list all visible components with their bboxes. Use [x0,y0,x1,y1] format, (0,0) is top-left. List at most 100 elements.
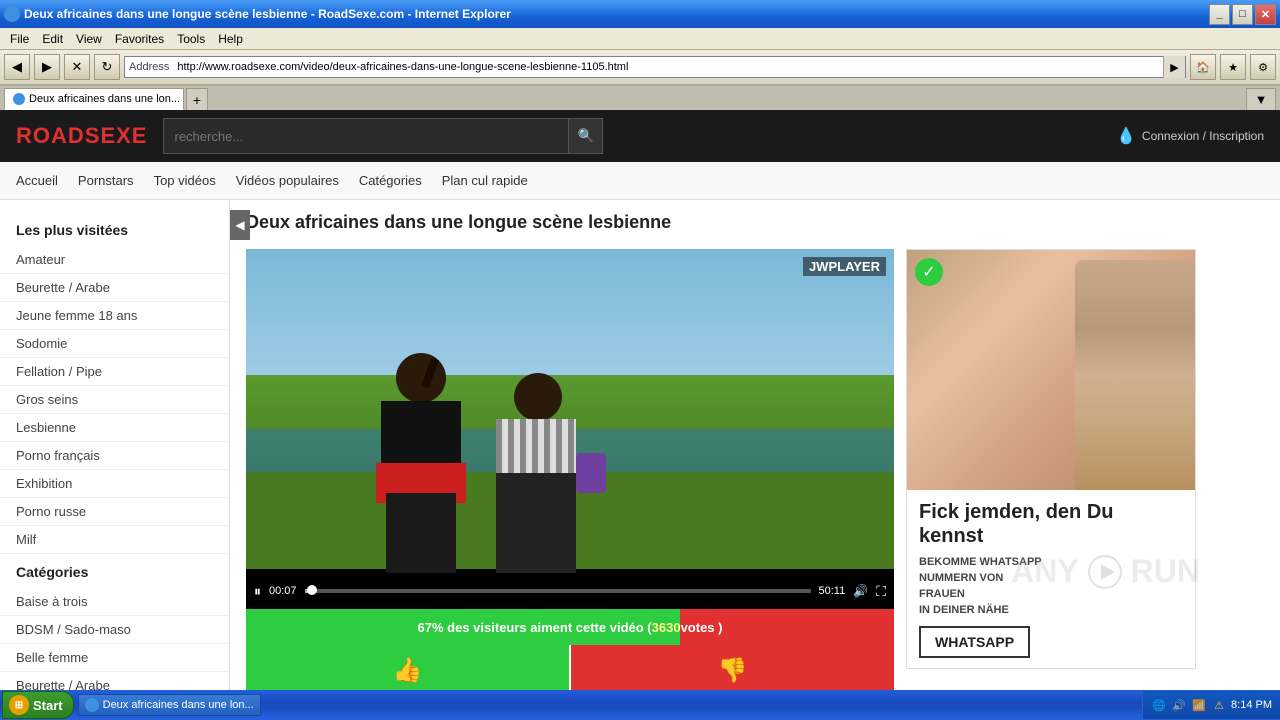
video-scene [246,249,894,609]
maximize-button[interactable]: □ [1232,4,1253,25]
nav-plan-cul[interactable]: Plan cul rapide [442,173,528,188]
tab-label: Deux africaines dans une lon... [29,93,180,105]
address-go-button[interactable]: ▶ [1163,56,1185,78]
address-bar: Address ▶ [124,56,1186,78]
tools-button[interactable]: ⚙ [1250,54,1276,80]
refresh-button[interactable]: ↻ [94,54,120,80]
figure-1-shirt [381,401,461,471]
menu-help[interactable]: Help [212,30,249,48]
figure-2-head [514,373,562,421]
favorites-button[interactable]: ★ [1220,54,1246,80]
close-button[interactable]: ✕ [1255,4,1276,25]
sidebar-item-gros-seins[interactable]: Gros seins [0,386,229,414]
sidebar-item-exhibition[interactable]: Exhibition [0,470,229,498]
sidebar: Les plus visitées Amateur Beurette / Ara… [0,200,230,690]
figure-1-leg-right [421,493,456,573]
search-input[interactable] [164,123,568,150]
ad-line2: NUMMERN VON [919,572,1183,584]
ie-title: Deux africaines dans une longue scène le… [24,7,1205,21]
figure-2 [486,373,596,573]
categories-section-title: Catégories [0,558,229,588]
search-button[interactable]: 🔍 [568,119,602,153]
menu-file[interactable]: File [4,30,35,48]
forward-button[interactable]: ▶ [34,54,60,80]
taskbar-time: 8:14 PM [1231,699,1272,711]
sidebar-item-beurette-arabe[interactable]: Beurette / Arabe [0,672,229,690]
total-time: 50:11 [819,585,846,597]
tray-security-icon: ⚠ [1211,697,1227,713]
login-button[interactable]: Connexion / Inscription [1116,126,1264,146]
sidebar-item-baise-trois[interactable]: Baise à trois [0,588,229,616]
sidebar-item-fellation[interactable]: Fellation / Pipe [0,358,229,386]
ie-icon [4,6,20,22]
fullscreen-button[interactable]: ⛶ [876,583,886,600]
ad-line1: BEKOMME WHATSAPP [919,556,1183,568]
menu-tools[interactable]: Tools [171,30,211,48]
minimize-button[interactable]: _ [1209,4,1230,25]
video-controls: ⏸ 00:07 50:11 🔊 ⛶ [246,573,894,609]
tab-arrow-button[interactable]: ▼ [1246,88,1276,110]
video-container: JWPLAYER ⏸ 00:07 50:11 🔊 [246,249,1264,690]
sidebar-item-amateur[interactable]: Amateur [0,246,229,274]
site-main: Les plus visitées Amateur Beurette / Ara… [0,200,1280,690]
search-box: 🔍 [163,118,603,154]
start-button[interactable]: ⊞ Start [2,691,74,719]
ad-line4: IN DEINER NÄHE [919,604,1183,616]
dislike-button[interactable]: 👎 [571,645,894,690]
menu-favorites[interactable]: Favorites [109,30,170,48]
figure-1 [366,353,486,573]
play-pause-button[interactable]: ⏸ [254,583,261,600]
tray-network-icon: 📶 [1191,697,1207,713]
sidebar-item-belle-femme[interactable]: Belle femme [0,644,229,672]
nav-accueil[interactable]: Accueil [16,173,58,188]
site-nav: Accueil Pornstars Top vidéos Vidéos popu… [0,162,1280,200]
ad-whatsapp-button[interactable]: WHATSAPP [919,626,1030,658]
taskbar-ie-icon [85,698,99,712]
ie-toolbar: ◀ ▶ ✕ ↻ Address ▶ 🏠 ★ ⚙ [0,50,1280,86]
sidebar-item-porno-russe[interactable]: Porno russe [0,498,229,526]
popular-section-title: Les plus visitées [0,216,229,246]
sidebar-item-sodomie[interactable]: Sodomie [0,330,229,358]
sidebar-item-lesbienne[interactable]: Lesbienne [0,414,229,442]
active-tab[interactable]: Deux africaines dans une lon... ✕ [4,88,184,110]
sidebar-item-porno-francais[interactable]: Porno français [0,442,229,470]
menu-edit[interactable]: Edit [36,30,69,48]
ad-line3: FRAUEN [919,588,1183,600]
video-title: Deux africaines dans une longue scène le… [246,212,1264,233]
nav-top-videos[interactable]: Top vidéos [154,173,216,188]
progress-bar[interactable] [305,589,811,593]
video-player[interactable]: JWPLAYER ⏸ 00:07 50:11 🔊 [246,249,894,609]
address-input[interactable] [173,57,1163,77]
new-tab-button[interactable]: + [186,88,208,110]
video-player-wrap: JWPLAYER ⏸ 00:07 50:11 🔊 [246,249,894,690]
nav-videos-populaires[interactable]: Vidéos populaires [236,173,339,188]
ie-window-controls: _ □ ✕ [1209,4,1276,25]
ad-box: ✓ Fick jemden, den Du kennst BEKOMME WHA… [906,249,1196,669]
menu-view[interactable]: View [70,30,108,48]
current-time: 00:07 [269,585,297,597]
tray-speaker-icon: 🔊 [1171,697,1187,713]
rating-votes: 3630 [652,620,681,635]
website-content: ROADSEXE 🔍 Connexion / Inscription Accue… [0,110,1280,690]
ie-menubar: File Edit View Favorites Tools Help [0,28,1280,50]
like-button[interactable]: 👍 [246,645,569,690]
taskbar-task-ie[interactable]: Deux africaines dans une lon... [78,694,261,716]
nav-categories[interactable]: Catégories [359,173,422,188]
volume-button[interactable]: 🔊 [853,584,868,598]
content-area: Deux africaines dans une longue scène le… [230,200,1280,690]
nav-pornstars[interactable]: Pornstars [78,173,134,188]
sidebar-item-bdsm[interactable]: BDSM / Sado-maso [0,616,229,644]
address-label: Address [125,61,173,73]
tab-icon [13,93,25,105]
sidebar-collapse-button[interactable]: ◀ [230,210,250,240]
back-button[interactable]: ◀ [4,54,30,80]
sidebar-item-milf[interactable]: Milf [0,526,229,554]
ad-headline: Fick jemden, den Du kennst [919,500,1183,548]
ie-titlebar: Deux africaines dans une longue scène le… [0,0,1280,28]
sidebar-item-jeune-femme[interactable]: Jeune femme 18 ans [0,302,229,330]
sidebar-item-beurette[interactable]: Beurette / Arabe [0,274,229,302]
taskbar-tasks: Deux africaines dans une lon... [74,694,1142,716]
taskbar-tray: 🌐 🔊 📶 ⚠ 8:14 PM [1142,691,1280,719]
home-button[interactable]: 🏠 [1190,54,1216,80]
stop-button[interactable]: ✕ [64,54,90,80]
